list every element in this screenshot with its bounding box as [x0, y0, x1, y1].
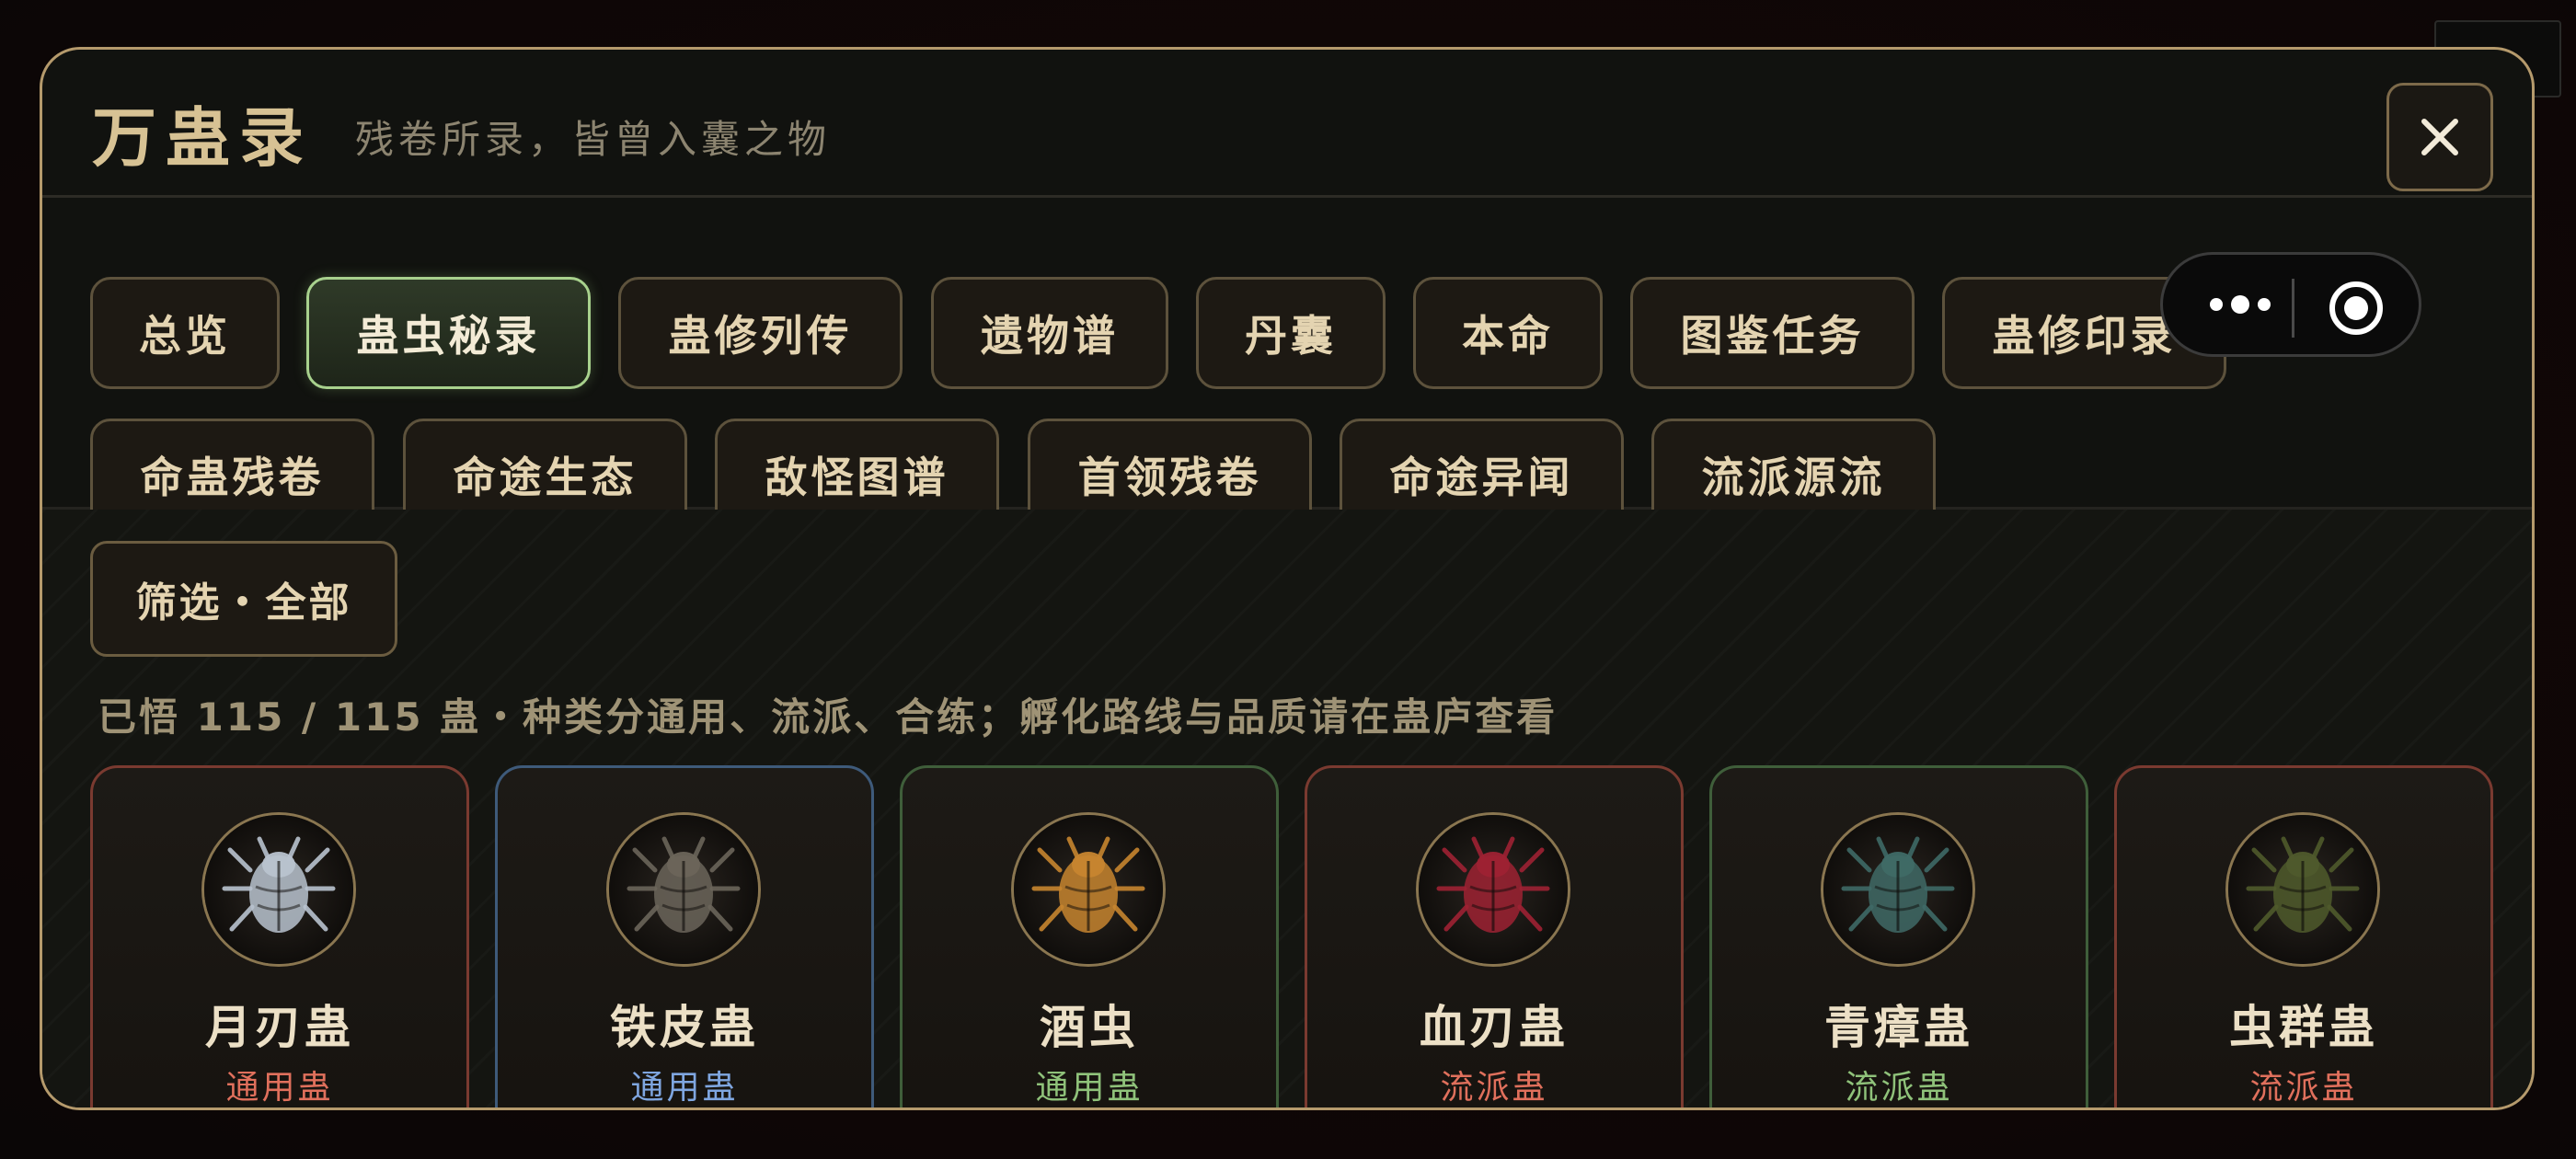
wine-bug-icon	[1011, 812, 1166, 967]
insect-type: 流派蛊	[2249, 1069, 2358, 1107]
insect-name: 虫群蛊	[2229, 1001, 2378, 1054]
page-title: 万蛊录	[92, 99, 313, 176]
iron-shell-insect-icon	[606, 812, 761, 967]
filter-button[interactable]: 筛选・全部	[90, 541, 397, 657]
insect-name: 血刃蛊	[1420, 1001, 1569, 1054]
insect-card[interactable]: 铁皮蛊 通用蛊	[495, 765, 874, 1107]
collection-summary: 已悟 115 / 115 蛊・种类分通用、流派、合练；孵化路线与品质请在蛊庐查看	[98, 694, 1558, 740]
blood-blade-insect-icon	[1416, 812, 1570, 967]
panel-header: 万蛊录 残卷所录，皆曾入囊之物	[42, 50, 2532, 198]
exit-target-icon[interactable]	[2327, 279, 2386, 338]
tab-pill-pouch[interactable]: 丹囊	[1196, 277, 1386, 389]
capsule-divider	[2292, 279, 2294, 338]
tab-bar: 总览 蛊虫秘录 蛊修列传 遗物谱 丹囊 本命 图鉴任务 蛊修印录 命蛊残卷 命途…	[42, 198, 2532, 531]
insect-card[interactable]: 月刃蛊 通用蛊	[90, 765, 469, 1107]
insect-type: 通用蛊	[630, 1069, 739, 1107]
close-icon	[2421, 119, 2458, 155]
tab-insect-secrets[interactable]: 蛊虫秘录	[306, 277, 591, 389]
tab-natal[interactable]: 本命	[1413, 277, 1603, 389]
insect-card[interactable]: 血刃蛊 流派蛊	[1305, 765, 1684, 1107]
insect-type: 流派蛊	[1845, 1069, 1953, 1107]
close-button[interactable]	[2386, 83, 2493, 191]
mini-program-capsule	[2160, 252, 2421, 357]
insect-card[interactable]: 青瘴蛊 流派蛊	[1709, 765, 2088, 1107]
tab-cultivator-biographies[interactable]: 蛊修列传	[618, 277, 903, 389]
more-options-icon[interactable]	[2207, 286, 2273, 323]
content-area: 筛选・全部 已悟 115 / 115 蛊・种类分通用、流派、合练；孵化路线与品质…	[42, 510, 2532, 1107]
tab-relics[interactable]: 遗物谱	[931, 277, 1168, 389]
insect-name: 月刃蛊	[205, 1001, 354, 1054]
insect-name: 铁皮蛊	[610, 1001, 759, 1054]
insect-card[interactable]: 虫群蛊 流派蛊	[2114, 765, 2493, 1107]
insect-name: 酒虫	[1040, 1001, 1139, 1054]
insect-type: 通用蛊	[225, 1069, 334, 1107]
tab-codex-tasks[interactable]: 图鉴任务	[1630, 277, 1915, 389]
silver-blade-insect-icon	[201, 812, 356, 967]
insect-name: 青瘴蛊	[1824, 1001, 1973, 1054]
codex-panel: 万蛊录 残卷所录，皆曾入囊之物 总览 蛊虫秘录 蛊修列传 遗物谱 丹囊 本命 图…	[40, 47, 2535, 1110]
miasma-insect-icon	[1821, 812, 1975, 967]
insect-type: 流派蛊	[1440, 1069, 1548, 1107]
insect-card[interactable]: 酒虫 通用蛊	[900, 765, 1279, 1107]
page-subtitle: 残卷所录，皆曾入囊之物	[355, 117, 832, 162]
insect-type: 通用蛊	[1035, 1069, 1144, 1107]
swarm-insect-icon	[2225, 812, 2380, 967]
tab-overview[interactable]: 总览	[90, 277, 280, 389]
